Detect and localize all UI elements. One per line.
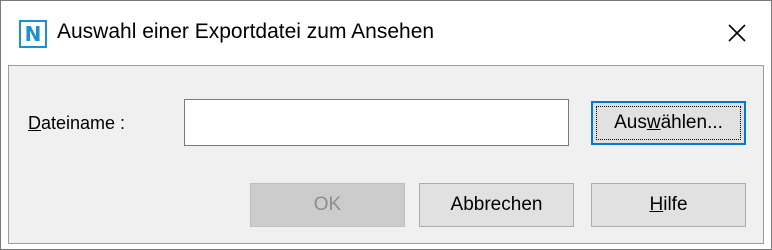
filename-label-mnemonic: D [28,113,41,133]
cancel-button[interactable]: Abbrechen [419,183,574,227]
ok-button[interactable]: OK [250,183,405,227]
select-label-mnemonic: w [646,112,661,133]
dialog-body: Dateiname : Aus w ählen... OK Abbrechen Hi… [8,65,764,244]
cancel-label: Abbrechen [450,194,543,215]
dialog-window: N Auswahl einer Exportdatei zum Ansehen … [0,0,772,250]
select-file-button-focus: Aus w ählen... [596,106,741,140]
app-logo-icon: N [19,20,47,48]
filename-input[interactable] [184,99,569,146]
filename-label-text: ateiname : [41,113,126,133]
help-button[interactable]: Hilfe [591,183,746,227]
title-bar: N Auswahl einer Exportdatei zum Ansehen [1,1,771,65]
help-label-text: ilfe [663,194,688,215]
help-label-mnemonic: H [649,194,664,215]
close-button[interactable] [717,15,757,51]
close-icon [728,24,746,42]
select-label-part2: ählen... [660,112,723,133]
select-label-part1: Aus [614,112,647,133]
filename-label: Dateiname : [28,113,125,134]
window-title: Auswahl einer Exportdatei zum Ansehen [57,20,435,43]
ok-label: OK [313,194,342,215]
select-file-button[interactable]: Aus w ählen... [591,101,746,145]
